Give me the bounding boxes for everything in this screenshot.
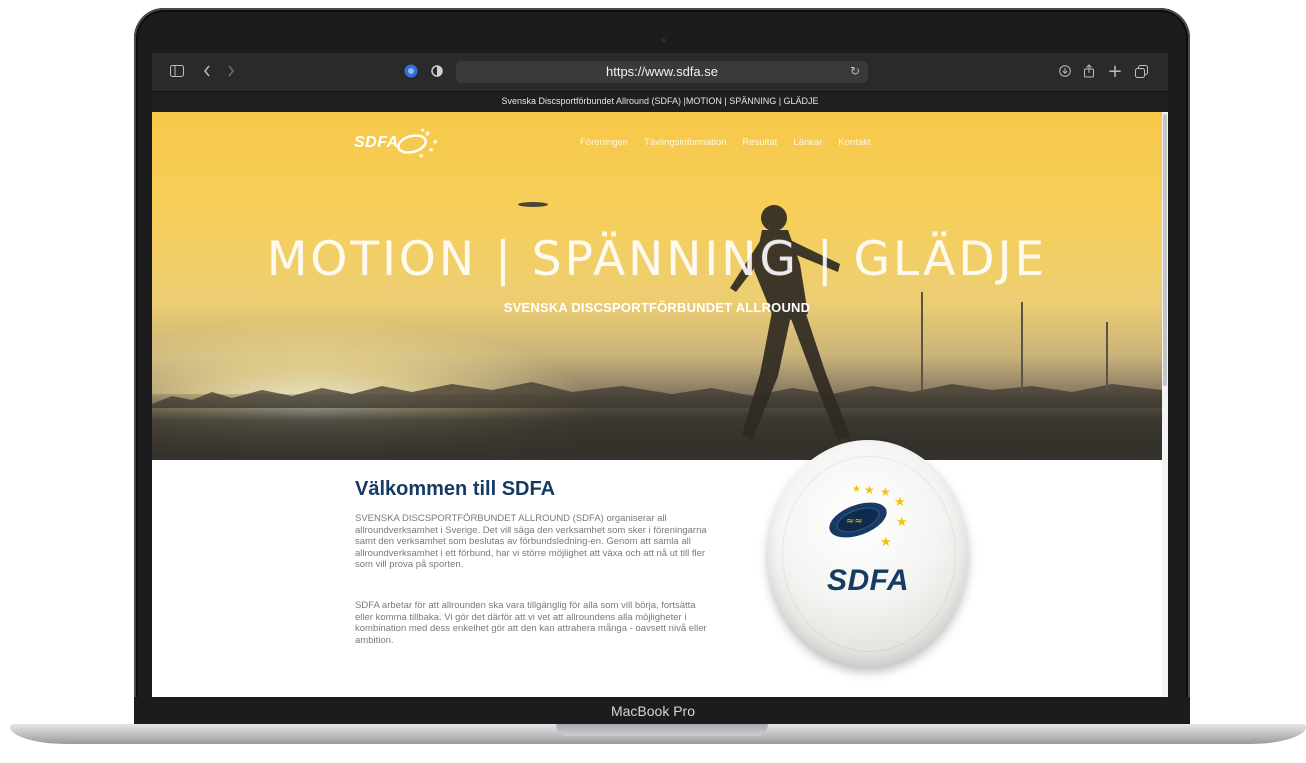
site-header: SDFA ★ ★ ★ ★ ★ Föreningen Tävlingsinform… — [152, 112, 1162, 172]
tab-title[interactable]: Svenska Discsportförbundet Allround (SDF… — [152, 96, 1168, 106]
svg-text:★: ★ — [880, 535, 892, 550]
svg-text:≈≈: ≈≈ — [846, 516, 863, 527]
svg-text:★: ★ — [428, 146, 434, 154]
nav-tavlingsinformation[interactable]: Tävlingsinformation — [644, 137, 726, 148]
hero-banner: SDFA ★ ★ ★ ★ ★ Föreningen Tävlingsinform… — [152, 112, 1162, 460]
reload-icon[interactable]: ↻ — [850, 64, 860, 78]
camera — [661, 38, 666, 43]
svg-text:★: ★ — [418, 152, 424, 160]
url-text: https://www.sdfa.se — [606, 64, 718, 79]
frisbee-logo-icon: ≈≈ ★ ★ ★ ★ ★ ★ — [829, 483, 908, 550]
logo-disc-icon: ★ ★ ★ ★ ★ — [397, 127, 438, 160]
forward-icon[interactable] — [222, 62, 240, 80]
new-tab-icon[interactable]: + — [1106, 61, 1124, 82]
device-label: MacBook Pro — [610, 703, 696, 719]
nav-resultat[interactable]: Resultat — [742, 137, 777, 148]
frisbee-text: SDFA — [826, 564, 909, 597]
browser-toolbar: https://www.sdfa.se ↻ + — [152, 53, 1168, 91]
nav-foreningen[interactable]: Föreningen — [580, 137, 628, 148]
privacy-shield-icon[interactable] — [402, 62, 420, 80]
hero-subtitle: SVENSKA DISCSPORTFÖRBUNDET ALLROUND — [503, 300, 811, 315]
nav-kontakt[interactable]: Kontakt — [838, 137, 870, 148]
svg-text:★: ★ — [420, 127, 425, 134]
svg-text:★: ★ — [852, 484, 861, 495]
main-nav: Föreningen Tävlingsinformation Resultat … — [580, 137, 871, 148]
nav-lankar[interactable]: Länkar — [793, 137, 822, 148]
svg-text:★: ★ — [880, 485, 891, 499]
sdfa-frisbee-image: ≈≈ ★ ★ ★ ★ ★ ★ SDFA — [768, 440, 968, 670]
svg-text:★: ★ — [864, 483, 875, 497]
adblock-icon[interactable] — [428, 62, 446, 80]
back-icon[interactable] — [198, 62, 216, 80]
screen: https://www.sdfa.se ↻ + Svenska Discspor… — [152, 53, 1168, 697]
sdfa-logo[interactable]: SDFA ★ ★ ★ ★ ★ — [354, 126, 454, 160]
logo-text: SDFA — [354, 134, 399, 151]
svg-text:★: ★ — [896, 515, 908, 530]
share-icon[interactable] — [1080, 62, 1098, 80]
download-icon[interactable] — [1056, 62, 1074, 80]
flying-disc — [518, 202, 548, 207]
tab-bar: Svenska Discsportförbundet Allround (SDF… — [152, 91, 1168, 112]
address-bar[interactable]: https://www.sdfa.se ↻ — [456, 61, 868, 83]
scroll-thumb[interactable] — [1163, 114, 1167, 386]
welcome-paragraph-1: SVENSKA DISCSPORTFÖRBUNDET ALLROUND (SDF… — [355, 513, 707, 571]
field-ground — [152, 394, 1162, 460]
web-page: SDFA ★ ★ ★ ★ ★ Föreningen Tävlingsinform… — [152, 112, 1168, 697]
welcome-title: Välkommen till SDFA — [355, 478, 556, 500]
welcome-paragraph-2: SDFA arbetar för att allrounden ska vara… — [355, 600, 707, 646]
laptop-notch — [556, 724, 768, 736]
hero-title: MOTION | SPÄNNING | GLÄDJE — [266, 232, 1048, 287]
svg-text:★: ★ — [894, 495, 906, 510]
svg-text:★: ★ — [432, 138, 438, 146]
page-scrollbar[interactable] — [1162, 112, 1168, 697]
welcome-section: Välkommen till SDFA SVENSKA DISCSPORTFÖR… — [152, 440, 1162, 697]
sidebar-icon[interactable] — [168, 62, 186, 80]
tabs-overview-icon[interactable] — [1132, 62, 1150, 80]
